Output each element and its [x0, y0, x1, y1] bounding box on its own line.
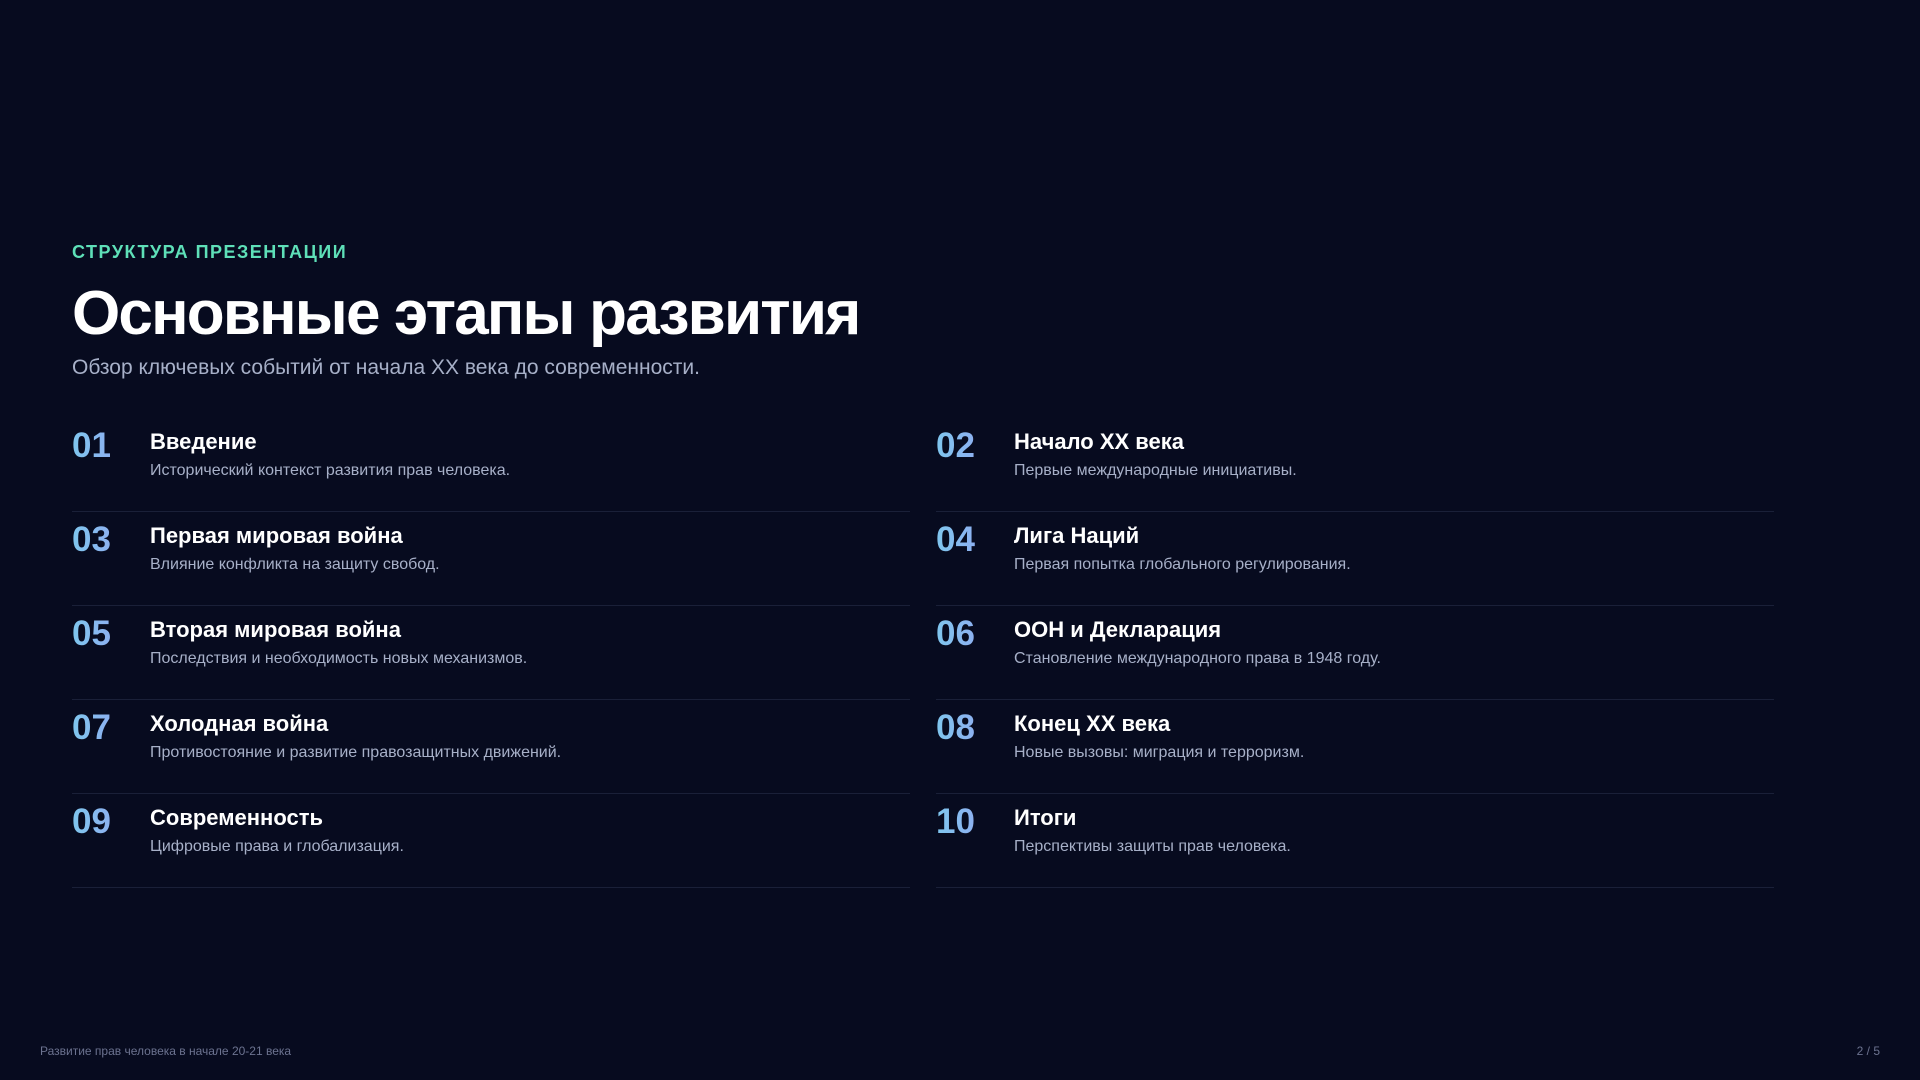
agenda-item-description: Исторический контекст развития прав чело… — [150, 462, 511, 479]
agenda-item-description: Последствия и необходимость новых механи… — [150, 650, 528, 667]
agenda-item: 08 Конец XX века Новые вызовы: миграция … — [936, 700, 1774, 794]
footer-page-number: 2 / 5 — [1856, 1044, 1880, 1058]
slide-title: Основные этапы развития — [72, 279, 861, 348]
agenda-item-title: Итоги — [1014, 805, 1077, 830]
agenda-item-number: 10 — [936, 802, 1014, 842]
agenda-item: 03 Первая мировая война Влияние конфликт… — [72, 512, 910, 606]
agenda-item-number: 05 — [72, 614, 150, 654]
agenda-item-title: Вторая мировая война — [150, 617, 401, 642]
section-kicker: СТРУКТУРА ПРЕЗЕНТАЦИИ — [72, 242, 348, 262]
slide-content: СТРУКТУРА ПРЕЗЕНТАЦИИ Основные этапы раз… — [72, 240, 1774, 888]
agenda-item: 07 Холодная война Противостояние и разви… — [72, 700, 910, 794]
agenda-item-title: ООН и Декларация — [1014, 617, 1222, 642]
agenda-item-number: 01 — [72, 426, 150, 466]
agenda-item-number: 07 — [72, 708, 150, 748]
agenda-item: 02 Начало XX века Первые международные и… — [936, 418, 1774, 512]
agenda-item-number: 04 — [936, 520, 1014, 560]
footer-presentation-title: Развитие прав человека в начале 20-21 ве… — [40, 1044, 292, 1058]
agenda-item-number: 02 — [936, 426, 1014, 466]
agenda-item: 01 Введение Исторический контекст развит… — [72, 418, 910, 512]
agenda-item-title: Лига Наций — [1014, 523, 1140, 548]
agenda-item-description: Первая попытка глобального регулирования… — [1014, 556, 1351, 573]
agenda-grid: 01 Введение Исторический контекст развит… — [72, 418, 1774, 888]
agenda-item: 06 ООН и Декларация Становление междунар… — [936, 606, 1774, 700]
agenda-item: 09 Современность Цифровые права и глобал… — [72, 794, 910, 888]
agenda-item-number: 03 — [72, 520, 150, 560]
agenda-item: 05 Вторая мировая война Последствия и не… — [72, 606, 910, 700]
agenda-item-description: Становление международного права в 1948 … — [1014, 650, 1381, 667]
agenda-item-description: Первые международные инициативы. — [1014, 462, 1297, 479]
agenda-item-title: Современность — [150, 805, 324, 830]
agenda-item-description: Перспективы защиты прав человека. — [1014, 838, 1291, 855]
agenda-item-title: Начало XX века — [1014, 429, 1184, 454]
agenda-item-description: Противостояние и развитие правозащитных … — [150, 744, 562, 761]
agenda-item-title: Конец XX века — [1014, 711, 1171, 736]
slide-subtitle: Обзор ключевых событий от начала XX века… — [72, 356, 700, 379]
agenda-item-title: Введение — [150, 429, 257, 454]
agenda-item-title: Первая мировая война — [150, 523, 403, 548]
slide: СТРУКТУРА ПРЕЗЕНТАЦИИ Основные этапы раз… — [0, 0, 1920, 1080]
agenda-item-number: 06 — [936, 614, 1014, 654]
agenda-item-description: Цифровые права и глобализация. — [150, 838, 404, 855]
agenda-item: 10 Итоги Перспективы защиты прав человек… — [936, 794, 1774, 888]
agenda-item-title: Холодная война — [150, 711, 329, 736]
agenda-item-description: Новые вызовы: миграция и терроризм. — [1014, 744, 1305, 761]
agenda-item-number: 08 — [936, 708, 1014, 748]
agenda-item-number: 09 — [72, 802, 150, 842]
agenda-item: 04 Лига Наций Первая попытка глобального… — [936, 512, 1774, 606]
agenda-item-description: Влияние конфликта на защиту свобод. — [150, 556, 440, 573]
